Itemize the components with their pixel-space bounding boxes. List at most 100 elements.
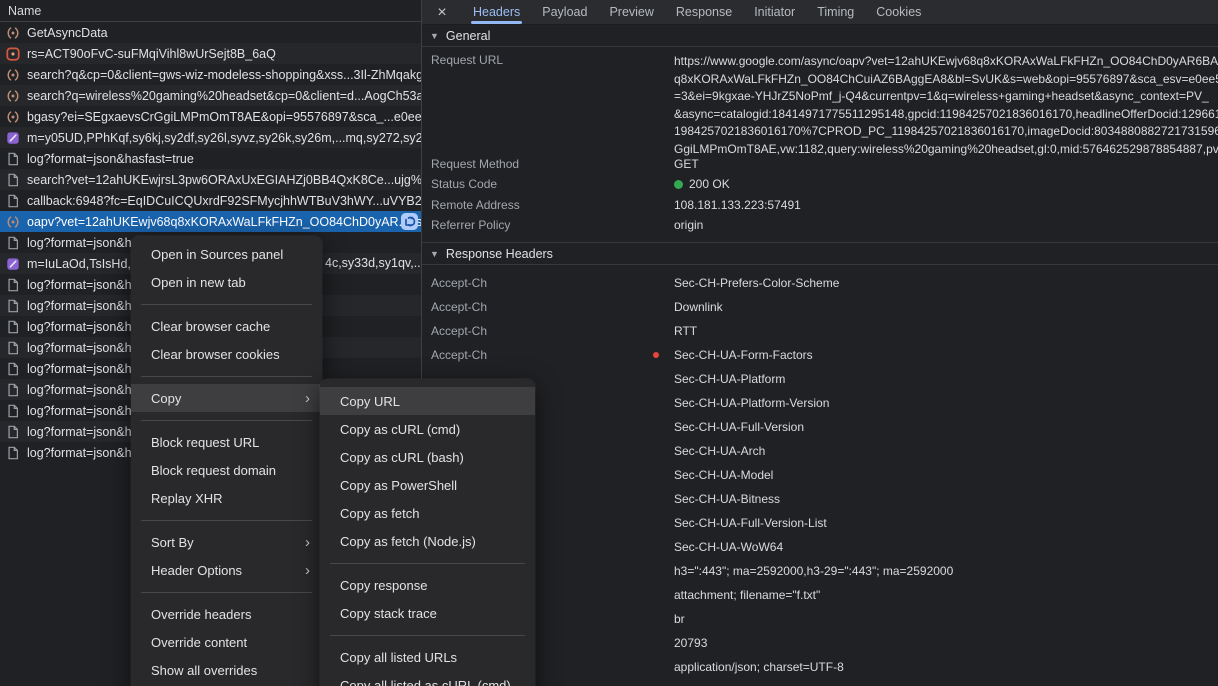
menu-item-label: Header Options: [151, 563, 242, 578]
header-value: origin: [674, 218, 1218, 232]
menu-item-label: Copy as fetch (Node.js): [340, 534, 476, 549]
tab-headers[interactable]: Headers: [462, 0, 531, 25]
header-value: Sec-CH-UA-Platform: [674, 372, 1218, 386]
menu-item-replay-xhr[interactable]: Replay XHR: [131, 484, 322, 512]
menu-item-copy-as-curl-bash[interactable]: Copy as cURL (bash): [320, 443, 535, 471]
name-column-header[interactable]: Name: [0, 0, 421, 22]
network-request-row[interactable]: bgasy?ei=SEgxaevsCrGgiLMPmOmT8AE&opi=955…: [0, 106, 421, 127]
menu-item-label: Copy as cURL (bash): [340, 450, 464, 465]
disclosure-triangle-icon: ▼: [430, 249, 439, 259]
network-request-row[interactable]: m=y05UD,PPhKqf,sy6kj,sy2df,sy26l,syvz,sy…: [0, 127, 421, 148]
menu-item-label: Copy all listed as cURL (cmd): [340, 678, 511, 686]
network-request-row[interactable]: oapv?vet=12ahUKEwjv68q8xKORAxWaLFkFHZn_O…: [0, 211, 421, 232]
response-headers-section-header[interactable]: ▼ Response Headers: [422, 242, 1218, 265]
header-value: Downlink: [674, 300, 1218, 314]
fetch-icon: [6, 110, 20, 124]
tab-timing[interactable]: Timing: [806, 0, 865, 25]
menu-item-copy[interactable]: Copy›: [131, 384, 322, 412]
menu-item-copy-response[interactable]: Copy response: [320, 571, 535, 599]
menu-item-block-request-domain[interactable]: Block request domain: [131, 456, 322, 484]
menu-item-override-headers[interactable]: Override headers: [131, 600, 322, 628]
request-url-line: 1984257021836016170%7CPROD_PC_1198425702…: [674, 123, 1218, 141]
header-value: Sec-CH-UA-Bitness: [674, 492, 1218, 506]
submenu-arrow-icon: ›: [305, 391, 310, 406]
menu-item-clear-browser-cache[interactable]: Clear browser cache: [131, 312, 322, 340]
response-header-row: Sec-CH-UA-Full-Version: [422, 415, 1218, 439]
header-label: Status Code: [422, 177, 674, 191]
fetch-icon: [6, 89, 20, 103]
menu-item-header-options[interactable]: Header Options›: [131, 556, 322, 584]
menu-item-label: Block request URL: [151, 435, 259, 450]
header-label: Accept-Ch: [422, 348, 674, 362]
context-menu: Open in Sources panel Open in new tab Clea…: [131, 236, 322, 686]
network-request-row[interactable]: search?q&cp=0&client=gws-wiz-modeless-sh…: [0, 64, 421, 85]
menu-separator: [141, 520, 312, 521]
document-icon: [6, 173, 20, 187]
header-label: Accept-Ch: [422, 324, 674, 338]
menu-item-copy-stack-trace[interactable]: Copy stack trace: [320, 599, 535, 627]
request-name: search?q&cp=0&client=gws-wiz-modeless-sh…: [27, 68, 421, 82]
menu-item-block-request-url[interactable]: Block request URL: [131, 428, 322, 456]
tab-response[interactable]: Response: [665, 0, 743, 25]
request-name: log?format=json&ha: [27, 236, 139, 250]
tab-cookies[interactable]: Cookies: [865, 0, 932, 25]
header-value: https://www.google.com/async/oapv?vet=12…: [674, 53, 1218, 159]
network-request-row[interactable]: callback:6948?fc=EqIDCuICQUxrdF92SFMycjh…: [0, 190, 421, 211]
menu-item-open-in-sources-panel[interactable]: Open in Sources panel: [131, 240, 322, 268]
menu-item-label: Sort By: [151, 535, 194, 550]
menu-item-clear-browser-cookies[interactable]: Clear browser cookies: [131, 340, 322, 368]
request-name: oapv?vet=12ahUKEwjv68q8xKORAxWaLFkFHZn_O…: [27, 215, 421, 229]
response-header-row: Sec-CH-UA-Arch: [422, 439, 1218, 463]
request-name: log?format=json&ha: [27, 404, 139, 418]
tab-preview[interactable]: Preview: [598, 0, 664, 25]
menu-item-copy-as-curl-cmd[interactable]: Copy as cURL (cmd): [320, 415, 535, 443]
menu-item-sort-by[interactable]: Sort By ›: [131, 528, 322, 556]
general-row: Request URLhttps://www.google.com/async/…: [422, 53, 1218, 161]
network-request-row[interactable]: GetAsyncData: [0, 22, 421, 43]
menu-item-copy-as-fetch-node-js[interactable]: Copy as fetch (Node.js): [320, 527, 535, 555]
menu-item-override-content[interactable]: Override content: [131, 628, 322, 656]
document-icon: [6, 383, 20, 397]
menu-item-copy-as-fetch[interactable]: Copy as fetch: [320, 499, 535, 527]
menu-item-copy-as-powershell[interactable]: Copy as PowerShell: [320, 471, 535, 499]
menu-item-copy-url[interactable]: Copy URL: [320, 387, 535, 415]
request-name: m=y05UD,PPhKqf,sy6kj,sy2df,sy26l,syvz,sy…: [27, 131, 421, 145]
header-label: Remote Address: [422, 198, 674, 212]
copy-submenu: Copy URL Copy as cURL (cmd) Copy as cURL (…: [320, 379, 535, 686]
response-header-row: Accept-ChSec-CH-UA-Form-Factors: [422, 343, 1218, 367]
request-name: callback:6948?fc=EqIDCuICQUxrdF92SFMycjh…: [27, 194, 421, 208]
header-value: RTT: [674, 324, 1218, 338]
network-request-row[interactable]: rs=ACT90oFvC-suFMqiVihl8wUrSejt8B_6aQ: [0, 43, 421, 64]
menu-item-label: Open in Sources panel: [151, 247, 283, 262]
document-icon: [6, 341, 20, 355]
response-header-row: Sec-CH-UA-Full-Version-List: [422, 511, 1218, 535]
menu-item-open-in-new-tab[interactable]: Open in new tab: [131, 268, 322, 296]
menu-item-show-all-overrides[interactable]: Show all overrides: [131, 656, 322, 684]
tab-payload[interactable]: Payload: [531, 0, 598, 25]
menu-item-copy-all-listed-urls[interactable]: Copy all listed URLs: [320, 643, 535, 671]
tab-initiator[interactable]: Initiator: [743, 0, 806, 25]
request-name: log?format=json&ha: [27, 278, 139, 292]
general-row: Request MethodGET: [422, 154, 1218, 174]
menu-separator: [330, 635, 525, 636]
network-request-row[interactable]: search?vet=12ahUKEwjrsL3pw6ORAxUxEGIAHZj…: [0, 169, 421, 190]
submenu-arrow-icon: ›: [305, 535, 310, 550]
close-icon[interactable]: ×: [430, 0, 454, 25]
response-header-row: Sec-CH-UA-Platform-Version: [422, 391, 1218, 415]
general-section-header[interactable]: ▼ General: [422, 26, 1218, 47]
network-request-row[interactable]: search?q=wireless%20gaming%20headset&cp=…: [0, 85, 421, 106]
request-url-line: https://www.google.com/async/oapv?vet=12…: [674, 53, 1218, 71]
response-header-row: 20793: [422, 631, 1218, 655]
request-name: log?format=json&ha: [27, 425, 139, 439]
header-value: Sec-CH-UA-WoW64: [674, 540, 1218, 554]
network-request-row[interactable]: log?format=json&hasfast=true: [0, 148, 421, 169]
general-section-title: General: [446, 29, 490, 43]
menu-separator: [141, 592, 312, 593]
open-override-icon[interactable]: [401, 213, 418, 230]
script-purple-icon: [6, 257, 20, 271]
response-header-row: h3=":443"; ma=2592000,h3-29=":443"; ma=2…: [422, 559, 1218, 583]
menu-item-label: Replay XHR: [151, 491, 223, 506]
header-value: attachment; filename="f.txt": [674, 588, 1218, 602]
menu-item-copy-all-listed-as-curl-cmd[interactable]: Copy all listed as cURL (cmd): [320, 671, 535, 686]
menu-item-label: Copy as cURL (cmd): [340, 422, 460, 437]
